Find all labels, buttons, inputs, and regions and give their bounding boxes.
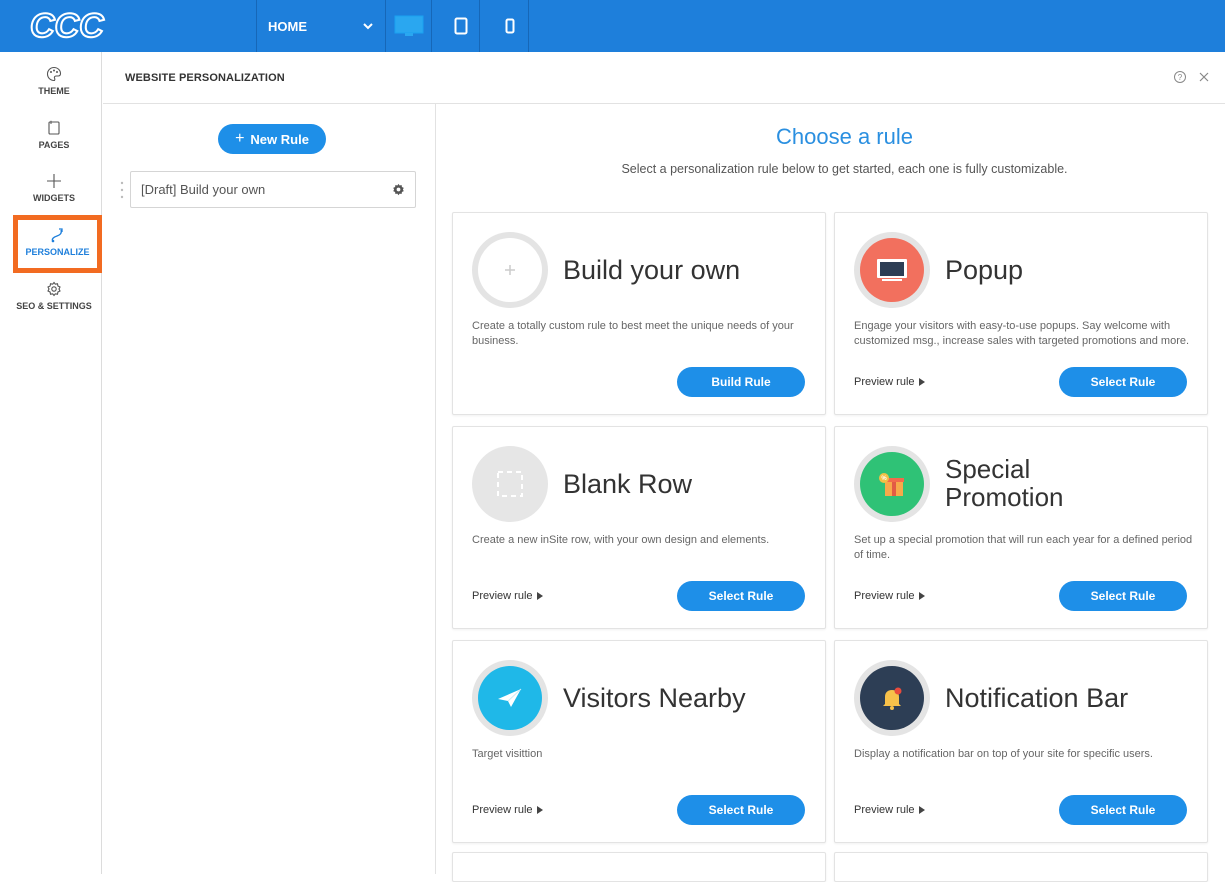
card-title: Blank Row	[563, 469, 693, 499]
preview-label: Preview rule	[854, 376, 915, 388]
nav-item-theme[interactable]: THEME	[6, 66, 102, 96]
page-select[interactable]: HOME	[256, 0, 386, 52]
nav-item-widgets[interactable]: WIDGETS	[6, 173, 102, 203]
select-rule-button[interactable]: Select Rule	[677, 795, 805, 825]
play-arrow-icon	[918, 378, 925, 387]
gear-icon[interactable]	[392, 183, 405, 196]
choose-rule-subtitle: Select a personalization rule below to g…	[621, 162, 1068, 176]
drag-handle-icon[interactable]	[119, 180, 125, 200]
select-rule-button[interactable]: Select Rule	[1059, 581, 1187, 611]
card-title: Popup	[945, 255, 1024, 285]
gift-icon: %	[879, 473, 904, 496]
preview-rule-link[interactable]: Preview rule	[854, 804, 925, 816]
rule-card-build-your-own: Build your own Create a totally custom r…	[452, 212, 826, 415]
left-nav: THEME PAGES WIDGETS PERSONALIZE SEO & SE…	[0, 52, 102, 874]
card-icon-circle	[472, 232, 548, 308]
card-icon-circle	[854, 660, 930, 736]
rule-card-popup: Popup Engage your visitors with easy-to-…	[834, 212, 1208, 415]
card-title: Build your own	[563, 255, 741, 285]
preview-rule-link[interactable]: Preview rule	[854, 376, 925, 388]
card-title: Notification Bar	[945, 683, 1129, 713]
help-icon[interactable]: ?	[1173, 70, 1187, 84]
page-title: WEBSITE PERSONALIZATION	[125, 72, 285, 84]
panel-header: WEBSITE PERSONALIZATION ?	[103, 52, 1225, 104]
pages-icon	[48, 120, 60, 135]
paper-plane-icon	[498, 688, 522, 707]
card-description: Target visittion	[472, 748, 543, 760]
rule-card-special-promotion: % Special Promotion Set up a special prom…	[834, 426, 1208, 629]
nav-label-theme: THEME	[38, 86, 70, 96]
preview-label: Preview rule	[472, 590, 533, 602]
play-arrow-icon	[918, 592, 925, 601]
card-description: Engage your visitors with easy-to-use po…	[854, 320, 1190, 347]
logo[interactable]: CCC	[30, 8, 115, 42]
preview-rule-link[interactable]: Preview rule	[472, 590, 543, 602]
card-description: Display a notification bar on top of you…	[854, 748, 1153, 760]
play-arrow-icon	[536, 806, 543, 815]
rules-pane: + New Rule [Draft] Build your own	[103, 104, 436, 874]
rule-list-item[interactable]: [Draft] Build your own	[130, 171, 416, 208]
card-description: Create a new inSite row, with your own d…	[472, 534, 770, 546]
desktop-icon	[394, 15, 424, 36]
bell-icon	[883, 687, 902, 710]
nav-item-personalize[interactable]: PERSONALIZE	[13, 215, 102, 273]
chevron-down-icon	[363, 23, 373, 30]
blank-row-icon	[497, 471, 523, 497]
card-title: Visitors Nearby	[563, 683, 746, 713]
card-icon-circle	[472, 446, 548, 522]
plus-icon: +	[235, 130, 245, 147]
page-select-label: HOME	[268, 18, 307, 34]
nav-label-widgets: WIDGETS	[33, 193, 75, 203]
rule-card-blank-row: Blank Row Create a new inSite row, with …	[452, 426, 826, 629]
tablet-view-button[interactable]	[442, 0, 480, 52]
select-rule-button[interactable]: Select Rule	[677, 581, 805, 611]
top-bar: CCC HOME	[0, 0, 1225, 52]
preview-label: Preview rule	[472, 804, 533, 816]
gear-icon	[47, 281, 61, 297]
preview-rule-link[interactable]: Preview rule	[472, 804, 543, 816]
new-rule-label: New Rule	[250, 131, 309, 147]
close-icon[interactable]	[1197, 70, 1211, 84]
preview-label: Preview rule	[854, 590, 915, 602]
build-rule-button[interactable]: Build Rule	[677, 367, 805, 397]
mobile-icon	[505, 18, 514, 34]
rule-card-notification-bar: Notification Bar Display a notification …	[834, 640, 1208, 843]
plus-icon	[505, 265, 515, 275]
nav-item-pages[interactable]: PAGES	[6, 120, 102, 150]
card-icon-circle: %	[854, 446, 930, 522]
tablet-icon	[454, 17, 467, 35]
rule-card-partial	[452, 852, 826, 882]
rule-card-visitors-nearby: Visitors Nearby Target visittion Preview…	[452, 640, 826, 843]
desktop-view-button[interactable]	[387, 0, 432, 52]
card-description: Set up a special promotion that will run…	[854, 534, 1193, 561]
preview-label: Preview rule	[854, 804, 915, 816]
svg-text:?: ?	[1178, 73, 1183, 82]
palette-icon	[46, 66, 62, 82]
svg-text:%: %	[881, 476, 887, 482]
plus-icon	[47, 174, 61, 188]
select-rule-button[interactable]: Select Rule	[1059, 367, 1187, 397]
card-description: Create a totally custom rule to best mee…	[472, 320, 794, 347]
nav-item-seo-settings[interactable]: SEO & SETTINGS	[6, 281, 102, 311]
new-rule-button[interactable]: + New Rule	[218, 124, 326, 154]
personalize-icon	[51, 228, 63, 243]
card-icon-circle	[472, 660, 548, 736]
choose-rule-title: Choose a rule	[776, 124, 913, 149]
card-icon-circle	[854, 232, 930, 308]
nav-label-seo-settings: SEO & SETTINGS	[16, 301, 92, 311]
play-arrow-icon	[918, 806, 925, 815]
select-rule-button[interactable]: Select Rule	[1059, 795, 1187, 825]
popup-icon	[877, 259, 907, 281]
rule-card-partial	[834, 852, 1208, 882]
rule-label: [Draft] Build your own	[141, 182, 266, 197]
preview-rule-link[interactable]: Preview rule	[854, 590, 925, 602]
svg-text:CCC: CCC	[30, 8, 104, 42]
mobile-view-button[interactable]	[491, 0, 529, 52]
play-arrow-icon	[536, 592, 543, 601]
nav-label-pages: PAGES	[38, 140, 70, 150]
card-title: Special Promotion	[945, 454, 1064, 512]
nav-label-personalize: PERSONALIZE	[25, 247, 90, 257]
